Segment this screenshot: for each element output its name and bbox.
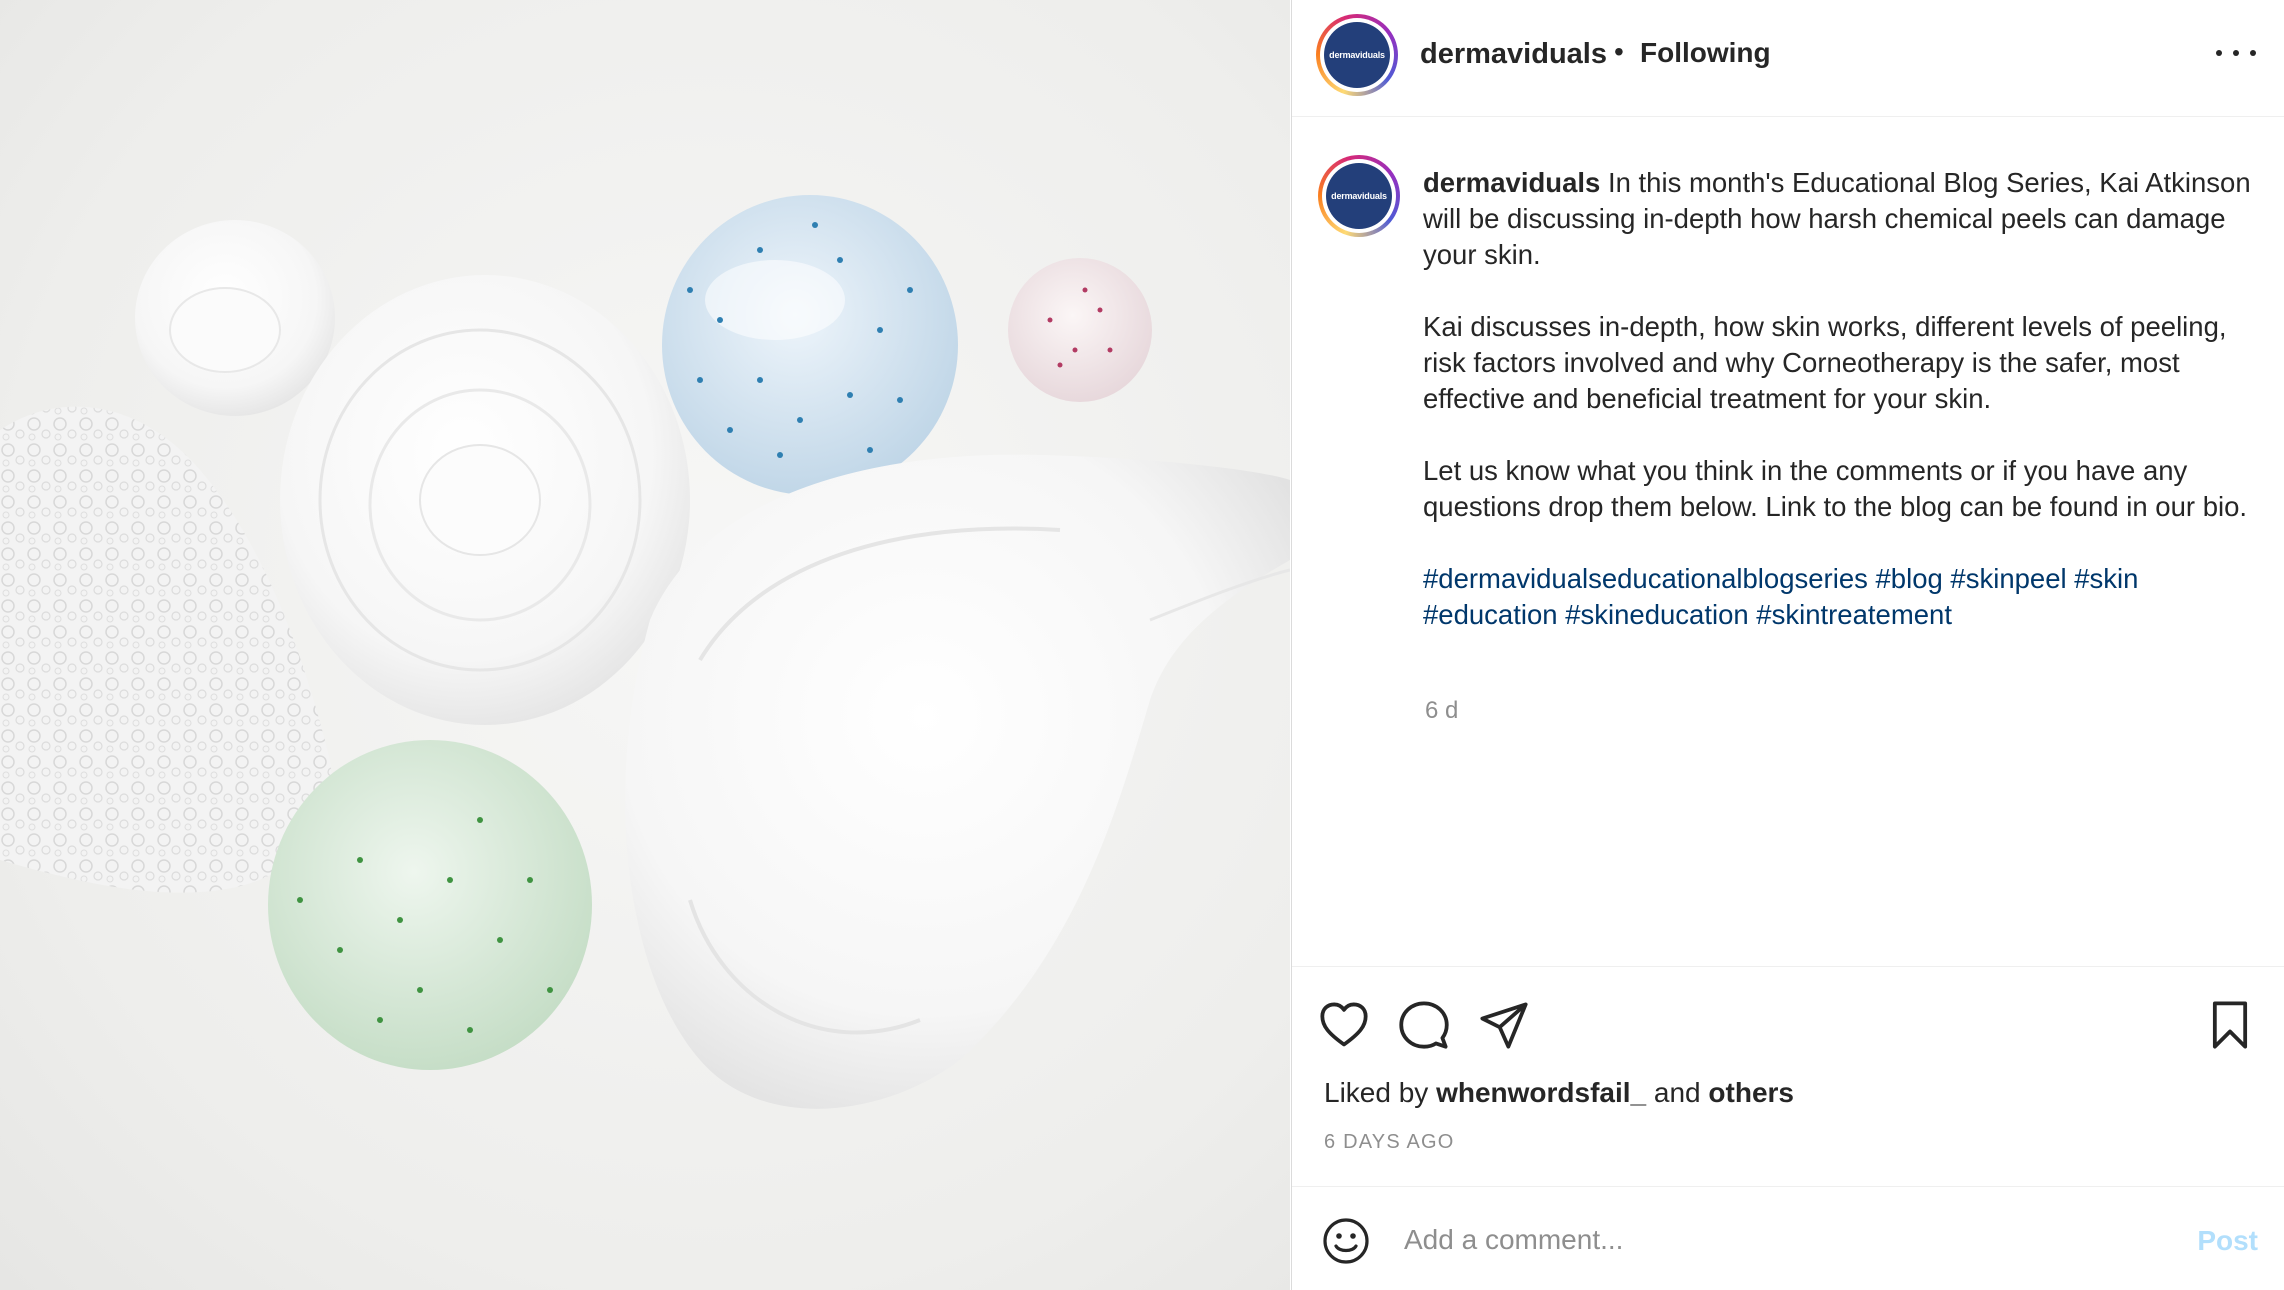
bookmark-icon[interactable]: [2204, 999, 2256, 1051]
avatar-logo-text: dermaviduals: [1326, 163, 1392, 229]
post-actions: Liked by whenwordsfail_ and others 6 DAY…: [1292, 966, 2284, 1186]
caption-username[interactable]: dermaviduals: [1423, 167, 1600, 198]
separator-dot: •: [1614, 36, 1624, 67]
post-comment-button[interactable]: Post: [2197, 1225, 2258, 1257]
follow-status-button[interactable]: Following: [1640, 37, 1771, 69]
liked-by-user-link[interactable]: whenwordsfail_: [1436, 1077, 1646, 1108]
comment-bubble-icon[interactable]: [1398, 999, 1450, 1051]
post-side-panel: dermaviduals dermaviduals • Following de…: [1291, 0, 2284, 1290]
more-options-icon[interactable]: [2216, 38, 2256, 68]
caption-hashtags[interactable]: #dermavidualseducationalblogseries #blog…: [1423, 561, 2253, 633]
caption-timestamp[interactable]: 6 d: [1425, 697, 1458, 725]
paper-plane-icon[interactable]: [1478, 999, 1530, 1051]
profile-avatar[interactable]: dermaviduals: [1316, 14, 1398, 96]
likes-summary: Liked by whenwordsfail_ and others: [1324, 1077, 1794, 1109]
caption-text: dermaviduals In this month's Educational…: [1423, 165, 2253, 669]
post-image[interactable]: [0, 0, 1290, 1290]
avatar-logo-text: dermaviduals: [1324, 22, 1390, 88]
profile-username[interactable]: dermaviduals: [1420, 38, 1607, 71]
comment-composer: Post: [1292, 1186, 2284, 1290]
post-date[interactable]: 6 DAYS AGO: [1324, 1131, 1455, 1154]
likes-prefix: Liked by: [1324, 1077, 1429, 1108]
caption-avatar[interactable]: dermaviduals: [1318, 155, 1400, 237]
likes-others-link[interactable]: others: [1708, 1077, 1794, 1108]
smiley-icon[interactable]: [1322, 1217, 1370, 1265]
caption-paragraph-2: Kai discusses in-depth, how skin works, …: [1423, 311, 2227, 414]
post-caption: dermaviduals dermaviduals In this month'…: [1292, 117, 2284, 966]
post-header: dermaviduals dermaviduals • Following: [1292, 0, 2284, 117]
likes-conjunction: and: [1653, 1077, 1701, 1108]
comment-input[interactable]: [1404, 1215, 2144, 1265]
skincare-textures-illustration: [0, 195, 1290, 1109]
heart-icon[interactable]: [1318, 999, 1370, 1051]
caption-paragraph-3: Let us know what you think in the commen…: [1423, 455, 2248, 522]
